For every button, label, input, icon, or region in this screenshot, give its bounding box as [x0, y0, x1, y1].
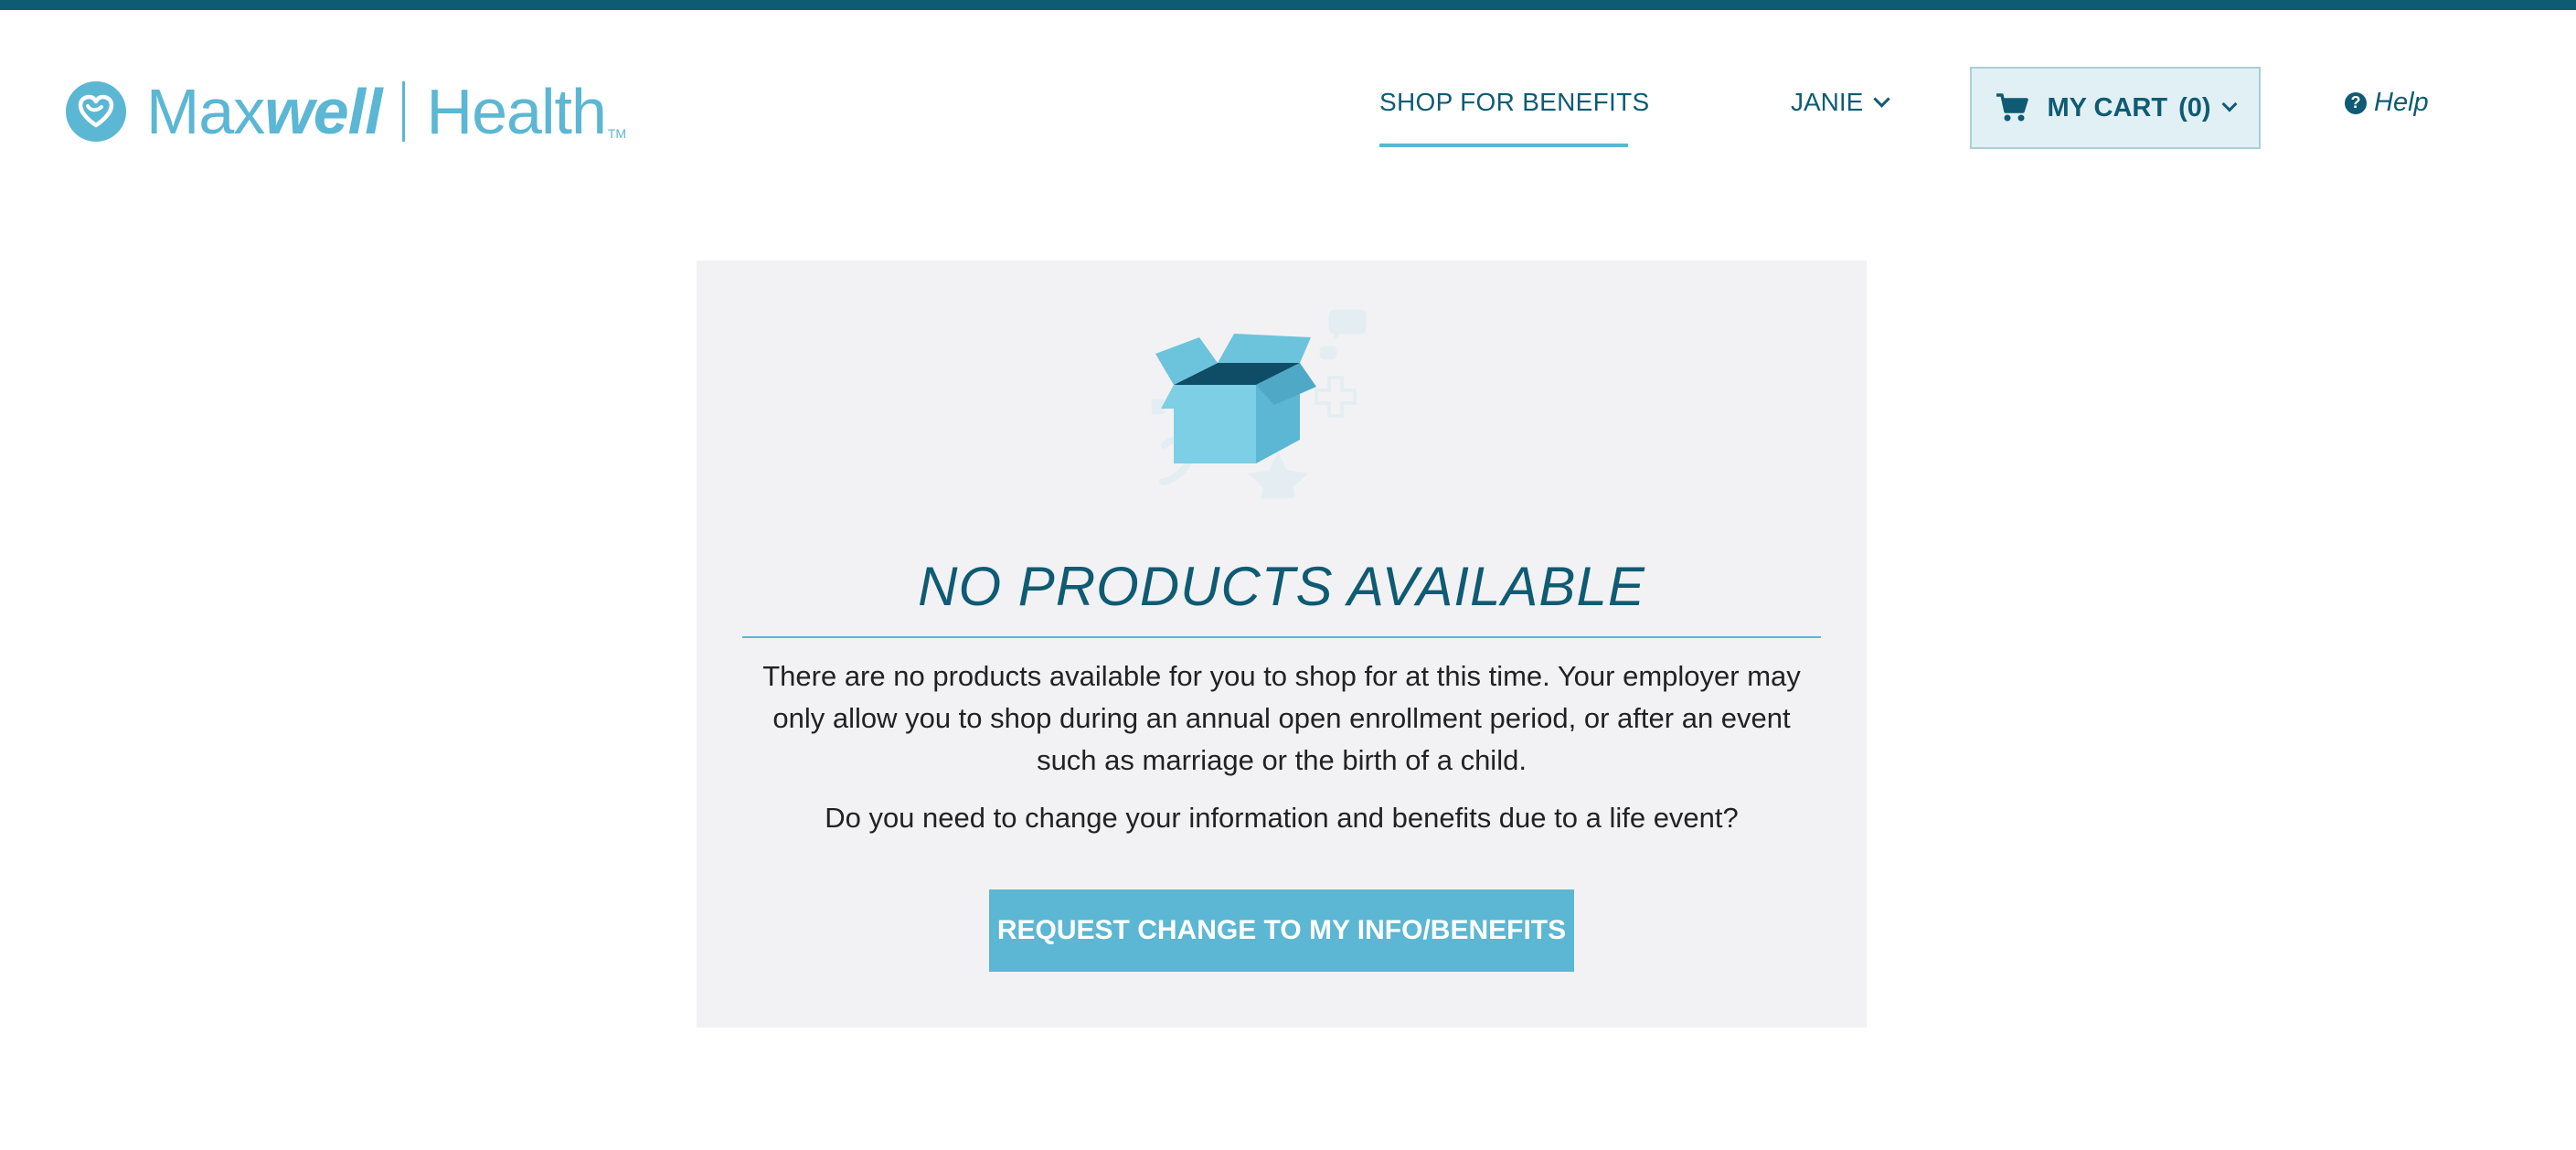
user-menu[interactable]: JANIE [1791, 88, 1891, 117]
logo-divider [401, 81, 405, 142]
my-cart-button[interactable]: MY CART (0) [1970, 67, 2261, 149]
title-divider [742, 636, 1821, 638]
logo-wordmark: Max well [146, 76, 383, 147]
nav-active-underline [1379, 144, 1628, 147]
cart-label: MY CART [2047, 92, 2168, 122]
question-circle-icon: ? [2345, 91, 2367, 114]
chevron-down-icon [1873, 90, 1891, 108]
maxwell-health-logo[interactable]: Max well Health TM [66, 77, 626, 146]
life-event-question: Do you need to change your information a… [825, 802, 1739, 834]
request-change-button[interactable]: REQUEST CHANGE TO MY INFO/BENEFITS [989, 889, 1574, 972]
empty-state-message: There are no products available for you … [762, 660, 1801, 776]
logo-text-well: well [264, 76, 382, 147]
help-link[interactable]: ? Help [2345, 88, 2429, 118]
open-box-icon [1151, 309, 1367, 498]
heart-logo-icon [66, 81, 126, 142]
logo-text-max: Max [146, 76, 265, 147]
shopping-cart-icon [1996, 93, 2029, 122]
help-label: Help [2374, 88, 2429, 117]
chevron-down-icon [2221, 96, 2238, 112]
empty-state-title: NO PRODUCTS AVAILABLE [918, 556, 1645, 617]
cart-count: (0) [2178, 92, 2211, 122]
logo-trademark: TM [607, 126, 627, 141]
nav-shop-for-benefits[interactable]: SHOP FOR BENEFITS [1379, 88, 1650, 117]
top-accent-bar [0, 0, 2576, 10]
no-products-card: NO PRODUCTS AVAILABLE There are no produ… [697, 261, 1867, 1028]
logo-text-health: Health [426, 76, 607, 147]
user-name: JANIE [1791, 88, 1864, 116]
